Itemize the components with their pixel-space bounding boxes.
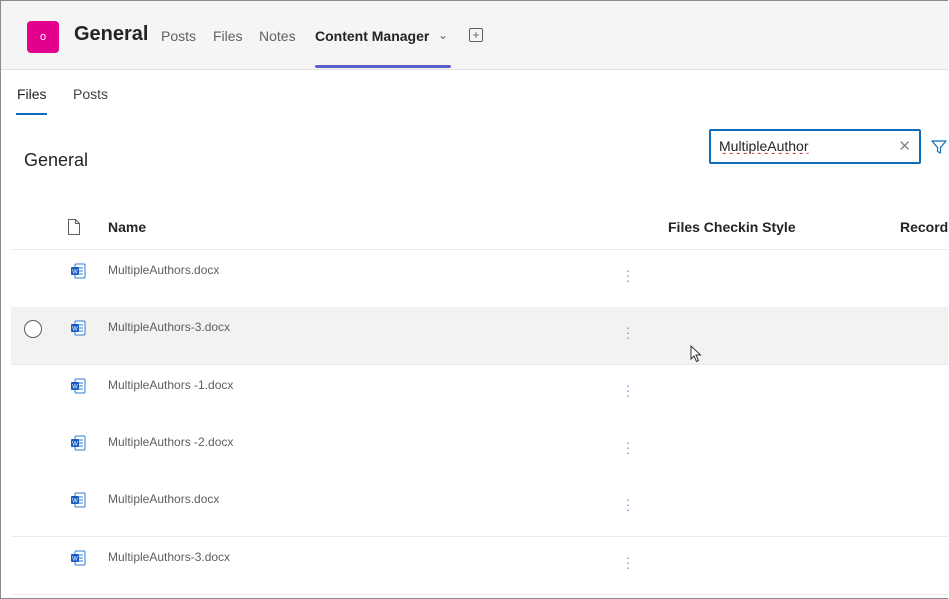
table-row[interactable]: W MultipleAuthors -1.docx · · · bbox=[11, 365, 948, 423]
svg-text:W: W bbox=[72, 385, 78, 391]
filter-icon[interactable] bbox=[931, 139, 947, 155]
active-tab-indicator bbox=[315, 65, 451, 68]
word-doc-icon: W bbox=[71, 550, 86, 566]
subtab-files[interactable]: Files bbox=[17, 86, 47, 102]
file-name[interactable]: MultipleAuthors-3.docx bbox=[108, 550, 230, 564]
table-row[interactable]: W MultipleAuthors.docx · · · bbox=[11, 250, 948, 308]
word-doc-icon: W bbox=[71, 263, 86, 279]
search-input[interactable] bbox=[719, 137, 879, 155]
file-type-icon bbox=[68, 219, 80, 235]
subtab-posts[interactable]: Posts bbox=[73, 86, 108, 102]
word-doc-icon: W bbox=[71, 320, 86, 336]
tab-content-manager[interactable]: Content Manager bbox=[315, 28, 429, 44]
svg-text:W: W bbox=[72, 270, 78, 276]
table-row[interactable]: W MultipleAuthors-3.docx · · · bbox=[11, 307, 948, 365]
word-doc-icon: W bbox=[71, 378, 86, 394]
close-icon[interactable]: ✕ bbox=[898, 137, 911, 155]
file-name[interactable]: MultipleAuthors-3.docx bbox=[108, 320, 230, 334]
column-header-record[interactable]: Record bbox=[900, 219, 948, 235]
svg-text:W: W bbox=[72, 557, 78, 563]
table-row[interactable]: W MultipleAuthors.docx · · · bbox=[11, 479, 948, 537]
tab-files[interactable]: Files bbox=[213, 28, 243, 44]
search-box[interactable]: ✕ bbox=[709, 129, 921, 164]
file-name[interactable]: MultipleAuthors -2.docx bbox=[108, 435, 233, 449]
file-name[interactable]: MultipleAuthors.docx bbox=[108, 492, 219, 506]
more-options-icon[interactable]: · · · bbox=[625, 263, 631, 287]
tab-posts[interactable]: Posts bbox=[161, 28, 196, 44]
active-subtab-indicator bbox=[16, 113, 47, 115]
column-header-checkin-style[interactable]: Files Checkin Style bbox=[668, 219, 796, 235]
word-doc-icon: W bbox=[71, 435, 86, 451]
row-select-radio[interactable] bbox=[24, 320, 42, 338]
file-name[interactable]: MultipleAuthors -1.docx bbox=[108, 378, 233, 392]
svg-text:W: W bbox=[72, 327, 78, 333]
mouse-cursor-icon bbox=[690, 345, 702, 363]
more-options-icon[interactable]: · · · bbox=[625, 435, 631, 459]
library-title: General bbox=[24, 150, 89, 170]
svg-text:W: W bbox=[72, 499, 78, 505]
more-options-icon[interactable]: · · · bbox=[625, 378, 631, 402]
svg-text:W: W bbox=[72, 442, 78, 448]
add-tab-icon[interactable]: + bbox=[469, 28, 483, 42]
table-row[interactable]: W MultipleAuthors-3.docx · · · bbox=[11, 537, 948, 595]
word-doc-icon: W bbox=[71, 492, 86, 508]
team-avatar[interactable]: o bbox=[27, 21, 59, 53]
more-options-icon[interactable]: · · · bbox=[625, 320, 631, 344]
table-row[interactable]: W MultipleAuthors -2.docx · · · bbox=[11, 422, 948, 480]
column-header-name[interactable]: Name bbox=[108, 219, 146, 235]
tab-notes[interactable]: Notes bbox=[259, 28, 296, 44]
more-options-icon[interactable]: · · · bbox=[625, 550, 631, 574]
file-name[interactable]: MultipleAuthors.docx bbox=[108, 263, 219, 277]
channel-header: o General Posts Files Notes Content Mana… bbox=[1, 1, 948, 70]
teams-window: o General Posts Files Notes Content Mana… bbox=[0, 0, 948, 599]
chevron-down-icon[interactable]: ⌄ bbox=[438, 28, 448, 42]
more-options-icon[interactable]: · · · bbox=[625, 492, 631, 516]
channel-title: General bbox=[74, 23, 149, 45]
